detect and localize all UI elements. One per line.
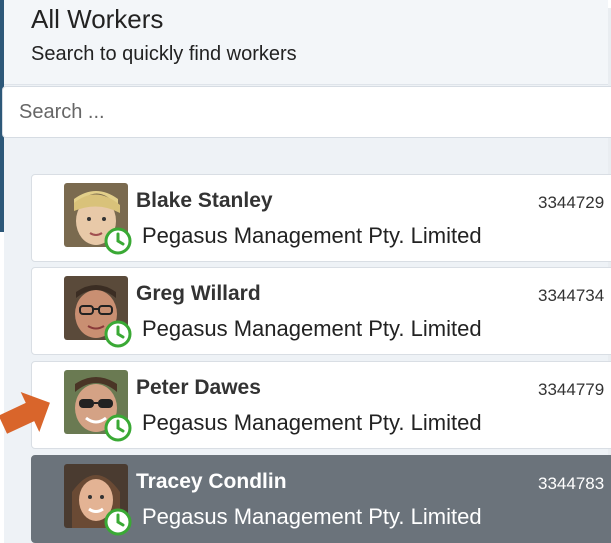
worker-company: Pegasus Management Pty. Limited [142,223,482,248]
worker-card[interactable]: Greg Willard Pegasus Management Pty. Lim… [31,267,611,355]
worker-name: Greg Willard [136,282,261,305]
page-subtitle: Search to quickly find workers [31,43,297,65]
worker-company: Pegasus Management Pty. Limited [142,410,482,435]
page-title: All Workers [31,4,164,34]
search-input[interactable] [2,86,611,138]
worker-company: Pegasus Management Pty. Limited [142,504,482,529]
worker-id: 3344729 [538,193,605,212]
worker-card[interactable]: Peter Dawes Pegasus Management Pty. Limi… [31,361,611,449]
clock-icon [104,320,132,348]
worker-id: 3344779 [538,380,605,399]
arrow-icon [0,392,50,434]
worker-name: Peter Dawes [136,376,261,399]
worker-card-selected[interactable]: Tracey Condlin Pegasus Management Pty. L… [31,455,611,543]
worker-id: 3344783 [538,474,605,493]
clock-icon [104,227,132,255]
clock-icon [104,414,132,442]
worker-name: Blake Stanley [136,189,273,212]
worker-name: Tracey Condlin [136,470,287,493]
worker-id: 3344734 [538,286,605,305]
worker-card[interactable]: Blake Stanley Pegasus Management Pty. Li… [31,174,611,262]
workers-panel: All Workers Search to quickly find worke… [2,0,611,543]
worker-company: Pegasus Management Pty. Limited [142,316,482,341]
panel-header: All Workers Search to quickly find worke… [4,0,608,85]
clock-icon [104,508,132,536]
